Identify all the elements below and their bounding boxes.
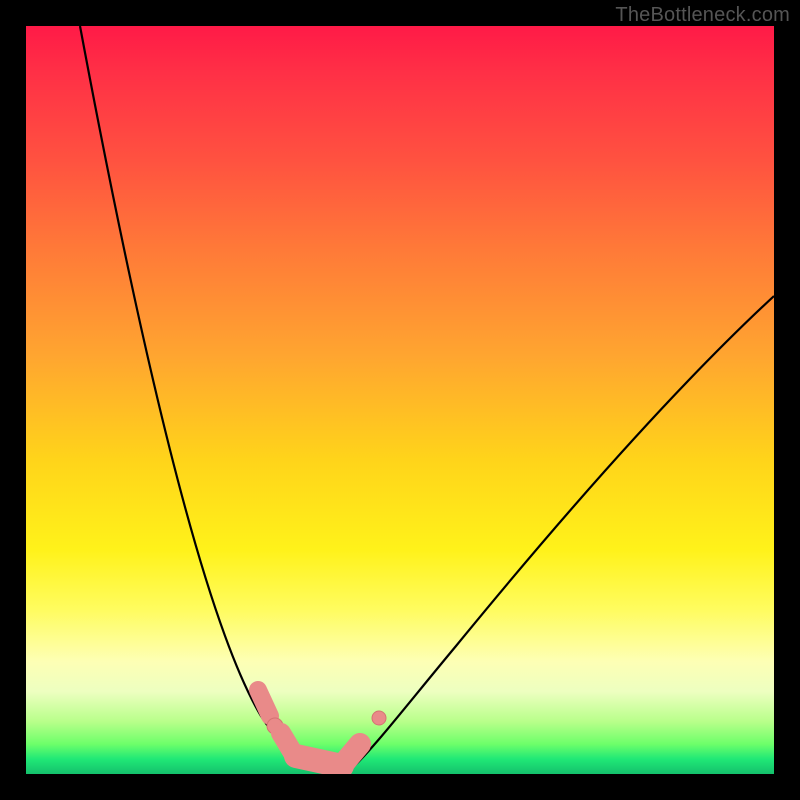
marker-capsule-1 — [258, 690, 270, 716]
left-curve — [80, 26, 308, 768]
marker-capsule-4 — [344, 744, 360, 763]
right-curve — [352, 296, 774, 768]
outer-frame: TheBottleneck.com — [0, 0, 800, 800]
chart-svg — [26, 26, 774, 774]
plot-area — [26, 26, 774, 774]
marker-dot-2 — [372, 711, 386, 725]
watermark-text: TheBottleneck.com — [615, 4, 790, 27]
